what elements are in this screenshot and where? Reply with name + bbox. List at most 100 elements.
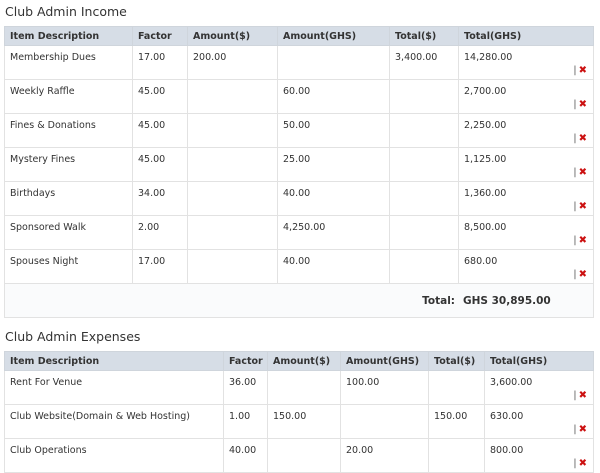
amount-usd-cell: 150.00 [267,404,341,439]
col-item-description: Item Description [4,351,224,371]
table-row: Weekly Raffle 45.00 60.00 2,700.00 | ✖ [4,79,594,114]
expenses-section-title: Club Admin Expenses [5,329,141,344]
total-ghs-cell: 1,125.00 | ✖ [458,147,594,182]
factor-cell: 45.00 [132,113,188,148]
action-separator: | [573,201,577,212]
delete-x-icon[interactable]: ✖ [579,100,587,110]
action-separator: | [573,424,577,435]
row-actions: | ✖ [573,391,587,401]
col-total-usd: Total($) [389,26,459,46]
income-total-row: Total: GHS 30,895.00 [4,283,594,318]
table-row: Birthdays 34.00 40.00 1,360.00 | ✖ [4,181,594,216]
amount-ghs-cell [340,404,429,439]
income-section-title: Club Admin Income [5,4,127,19]
total-usd-cell: 3,400.00 [389,45,459,80]
action-separator: | [573,390,577,401]
total-usd-cell [428,370,485,405]
col-amount-ghs: Amount(GHS) [340,351,429,371]
amount-ghs-cell: 100.00 [340,370,429,405]
row-actions: | ✖ [573,425,587,435]
table-row: Club Website(Domain & Web Hosting) 1.00 … [4,404,594,439]
total-usd-cell [389,147,459,182]
delete-x-icon[interactable]: ✖ [579,270,587,280]
total-usd-cell [389,181,459,216]
factor-cell: 1.00 [223,404,268,439]
amount-ghs-cell: 20.00 [340,438,429,473]
col-factor: Factor [132,26,188,46]
table-row: Spouses Night 17.00 40.00 680.00 | ✖ [4,249,594,284]
total-ghs-cell: 680.00 | ✖ [458,249,594,284]
col-total-ghs: Total(GHS) [458,26,594,46]
row-actions: | ✖ [573,459,587,469]
col-total-usd: Total($) [428,351,485,371]
delete-x-icon[interactable]: ✖ [579,168,587,178]
delete-x-icon[interactable]: ✖ [579,202,587,212]
delete-x-icon[interactable]: ✖ [579,236,587,246]
delete-x-icon[interactable]: ✖ [579,391,587,401]
amount-usd-cell [187,113,278,148]
amount-ghs-cell: 40.00 [277,181,390,216]
amount-usd-cell [187,215,278,250]
total-ghs-cell: 800.00 | ✖ [484,438,594,473]
delete-x-icon[interactable]: ✖ [579,134,587,144]
total-usd-cell [428,438,485,473]
total-ghs-cell: 2,250.00 | ✖ [458,113,594,148]
total-ghs-value: 1,360.00 [464,188,507,199]
amount-usd-cell [187,181,278,216]
total-ghs-value: 800.00 [490,445,524,456]
total-ghs-cell: 14,280.00 | ✖ [458,45,594,80]
income-total-label: Total: [422,294,455,307]
total-ghs-cell: 1,360.00 | ✖ [458,181,594,216]
income-table-header: Item Description Factor Amount($) Amount… [4,26,594,46]
col-amount-usd: Amount($) [187,26,278,46]
total-usd-cell [389,249,459,284]
action-separator: | [573,65,577,76]
action-separator: | [573,235,577,246]
row-actions: | ✖ [573,202,587,212]
item-description: Sponsored Walk [4,215,133,250]
factor-cell: 34.00 [132,181,188,216]
total-ghs-value: 2,700.00 [464,86,507,97]
amount-usd-cell [267,438,341,473]
delete-x-icon[interactable]: ✖ [579,459,587,469]
row-actions: | ✖ [573,100,587,110]
table-row: Fines & Donations 45.00 50.00 2,250.00 |… [4,113,594,148]
item-description: Weekly Raffle [4,79,133,114]
factor-cell: 17.00 [132,45,188,80]
table-row: Rent For Venue 36.00 100.00 3,600.00 | ✖ [4,370,594,405]
amount-usd-cell [267,370,341,405]
total-ghs-value: 8,500.00 [464,222,507,233]
total-usd-cell [389,215,459,250]
factor-cell: 2.00 [132,215,188,250]
table-row: Mystery Fines 45.00 25.00 1,125.00 | ✖ [4,147,594,182]
item-description: Club Operations [4,438,224,473]
item-description: Membership Dues [4,45,133,80]
amount-ghs-cell: 4,250.00 [277,215,390,250]
total-ghs-value: 2,250.00 [464,120,507,131]
row-actions: | ✖ [573,134,587,144]
factor-cell: 40.00 [223,438,268,473]
item-description: Spouses Night [4,249,133,284]
factor-cell: 45.00 [132,79,188,114]
action-separator: | [573,458,577,469]
item-description: Rent For Venue [4,370,224,405]
expenses-table-header: Item Description Factor Amount($) Amount… [4,351,594,371]
item-description: Fines & Donations [4,113,133,148]
amount-usd-cell [187,147,278,182]
table-row: Membership Dues 17.00 200.00 3,400.00 14… [4,45,594,80]
item-description: Club Website(Domain & Web Hosting) [4,404,224,439]
factor-cell: 17.00 [132,249,188,284]
action-separator: | [573,269,577,280]
total-ghs-cell: 630.00 | ✖ [484,404,594,439]
amount-ghs-cell: 25.00 [277,147,390,182]
delete-x-icon[interactable]: ✖ [579,66,587,76]
col-amount-ghs: Amount(GHS) [277,26,390,46]
table-row: Club Operations 40.00 20.00 800.00 | ✖ [4,438,594,473]
total-ghs-cell: 2,700.00 | ✖ [458,79,594,114]
delete-x-icon[interactable]: ✖ [579,425,587,435]
col-amount-usd: Amount($) [267,351,341,371]
total-ghs-value: 1,125.00 [464,154,507,165]
total-ghs-value: 680.00 [464,256,498,267]
factor-cell: 36.00 [223,370,268,405]
action-separator: | [573,167,577,178]
